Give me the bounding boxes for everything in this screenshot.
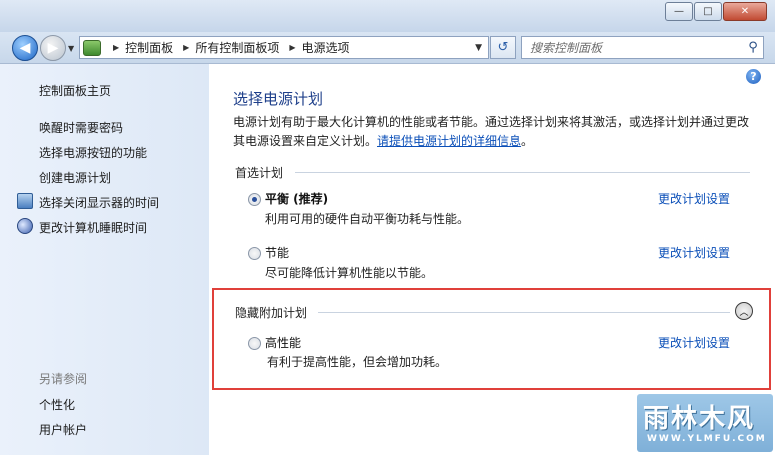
- sidebar-item-create-plan[interactable]: 创建电源计划: [39, 169, 111, 186]
- breadcrumb-item[interactable]: 控制面板: [125, 39, 173, 56]
- breadcrumb-separator-icon[interactable]: ▶: [113, 43, 119, 52]
- sidebar-item-sleep-time[interactable]: 更改计算机睡眠时间: [39, 219, 147, 236]
- page-description: 电源计划有助于最大化计算机的性能或者节能。通过选择计划来将其激活，或选择计划并通…: [233, 113, 753, 151]
- sidebar-item-user-accounts[interactable]: 用户帐户: [39, 421, 87, 438]
- see-also-heading: 另请参阅: [39, 372, 88, 386]
- title-bar: — □ ✕: [0, 0, 775, 32]
- refresh-button[interactable]: ↺: [490, 36, 516, 59]
- plan-balanced-radio[interactable]: [248, 193, 261, 206]
- address-bar[interactable]: ▶ 控制面板 ▶ 所有控制面板项 ▶ 电源选项 ▼: [79, 36, 489, 59]
- plan-power-saver-name[interactable]: 节能: [265, 244, 289, 261]
- control-panel-icon: [83, 39, 101, 56]
- recent-pages-dropdown[interactable]: ▼: [68, 44, 74, 53]
- breadcrumb-item[interactable]: 电源选项: [302, 39, 350, 56]
- sidebar: 控制面板主页 唤醒时需要密码 选择电源按钮的功能 创建电源计划 选择关闭显示器的…: [0, 64, 209, 455]
- change-plan-settings-link-balanced[interactable]: 更改计划设置: [658, 190, 730, 207]
- change-plan-settings-link-power-saver[interactable]: 更改计划设置: [658, 244, 730, 261]
- plan-power-saver-radio[interactable]: [248, 247, 261, 260]
- plan-high-performance-name[interactable]: 高性能: [265, 334, 301, 351]
- help-icon[interactable]: ?: [746, 69, 761, 84]
- change-plan-settings-link-high-performance[interactable]: 更改计划设置: [658, 334, 730, 351]
- address-dropdown-icon[interactable]: ▼: [475, 43, 482, 53]
- monitor-icon: [17, 193, 33, 209]
- page-title: 选择电源计划: [233, 90, 324, 108]
- minimize-button[interactable]: —: [665, 2, 693, 21]
- watermark-url: WWW.YLMFU.COM: [647, 434, 767, 444]
- sidebar-item-wake-password[interactable]: 唤醒时需要密码: [39, 119, 123, 136]
- description-end: 。: [521, 134, 534, 148]
- plan-power-saver-desc: 尽可能降低计算机性能以节能。: [265, 266, 434, 280]
- plan-balanced-name[interactable]: 平衡 (推荐): [265, 190, 328, 207]
- breadcrumb-separator-icon[interactable]: ▶: [183, 43, 189, 52]
- search-input[interactable]: 搜索控制面板: [522, 39, 743, 56]
- window-controls: — □ ✕: [664, 2, 767, 21]
- plan-balanced-desc: 利用可用的硬件自动平衡功耗与性能。: [265, 212, 470, 226]
- divider: [295, 172, 750, 173]
- forward-button[interactable]: ▶: [40, 35, 66, 61]
- breadcrumb-item[interactable]: 所有控制面板项: [195, 39, 279, 56]
- sidebar-item-display-off[interactable]: 选择关闭显示器的时间: [39, 194, 159, 211]
- collapse-chevron-up-icon[interactable]: ︿: [735, 302, 753, 320]
- plan-high-performance-desc: 有利于提高性能，但会增加功耗。: [267, 355, 448, 369]
- plan-high-performance-radio[interactable]: [248, 337, 261, 350]
- search-icon[interactable]: ⚲: [743, 40, 763, 55]
- plan-details-link[interactable]: 请提供电源计划的详细信息: [377, 134, 521, 148]
- hidden-plans-label[interactable]: 隐藏附加计划: [235, 304, 307, 321]
- sidebar-home-link[interactable]: 控制面板主页: [39, 82, 111, 99]
- breadcrumb-separator-icon[interactable]: ▶: [289, 43, 295, 52]
- back-button[interactable]: ◀: [12, 35, 38, 61]
- sidebar-item-power-button[interactable]: 选择电源按钮的功能: [39, 144, 147, 161]
- navigation-bar: ◀ ▶ ▼ ▶ 控制面板 ▶ 所有控制面板项 ▶ 电源选项 ▼ ↺ 搜索控制面板…: [0, 32, 775, 64]
- close-button[interactable]: ✕: [723, 2, 767, 21]
- watermark-logo: 雨林木风 WWW.YLMFU.COM: [637, 394, 773, 452]
- divider: [318, 312, 730, 313]
- preferred-plans-label: 首选计划: [235, 166, 284, 180]
- maximize-button[interactable]: □: [694, 2, 722, 21]
- sidebar-item-personalization[interactable]: 个性化: [39, 396, 75, 413]
- search-box[interactable]: 搜索控制面板 ⚲: [521, 36, 764, 59]
- watermark-text: 雨林木风: [643, 404, 756, 434]
- moon-icon: [17, 218, 33, 234]
